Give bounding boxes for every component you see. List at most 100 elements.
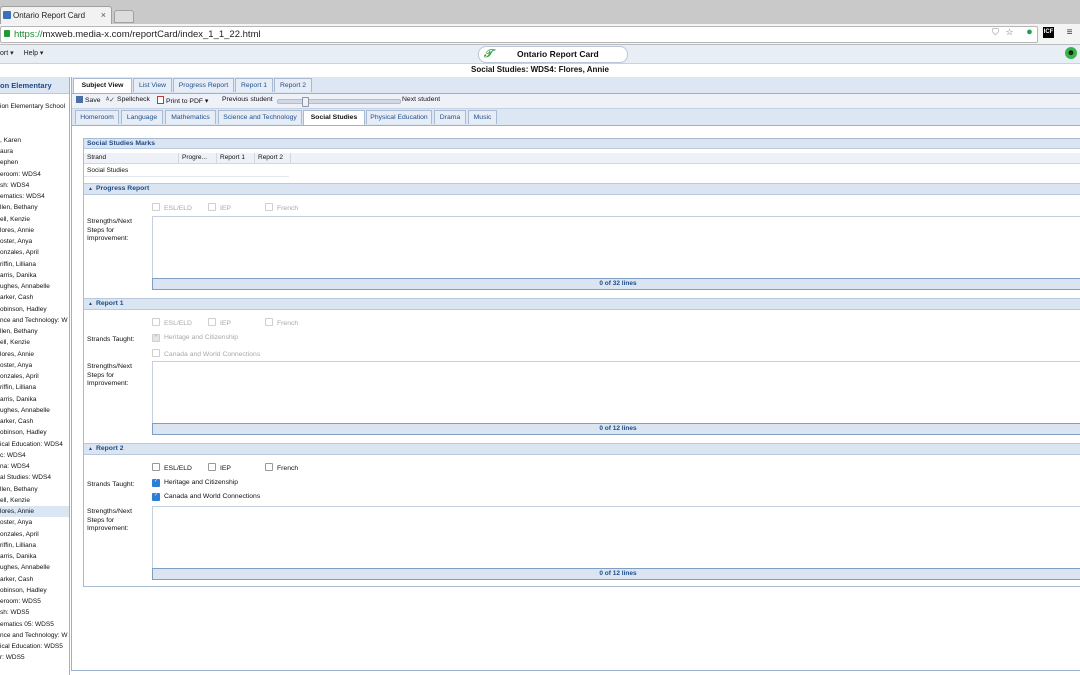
sidebar-item[interactable]: ical Education: WDS4	[0, 439, 69, 450]
sidebar-item[interactable]: sh: WDS5	[0, 607, 69, 618]
report2-heritage-checkbox[interactable]: Heritage and Citizenship	[152, 479, 238, 487]
sidebar-item[interactable]: nce and Technology: W	[0, 315, 69, 326]
spellcheck-button[interactable]: ᴬ✓ Spellcheck	[106, 96, 150, 104]
sidebar-item[interactable]: arker, Cash	[0, 574, 69, 585]
sidebar-item[interactable]: riffin, Lilliana	[0, 540, 69, 551]
sidebar-item[interactable]: al Studies: WDS4	[0, 472, 69, 483]
bookmark-star-icon[interactable]: ☆	[1004, 27, 1015, 38]
slider-handle[interactable]	[302, 97, 309, 107]
report2-strengths-textarea[interactable]	[152, 506, 1080, 569]
shield-icon[interactable]: ⛉	[990, 27, 1001, 38]
report1-esl-checkbox[interactable]: ESL/ELD	[152, 318, 192, 327]
report1-french-checkbox[interactable]: French	[265, 318, 298, 327]
print-pdf-button[interactable]: Print to PDF ▾	[157, 96, 208, 105]
sidebar-item[interactable]: ion Elementary School	[0, 101, 69, 112]
tab-list-view[interactable]: List View	[133, 78, 172, 92]
sidebar-item[interactable]: r: WDS5	[0, 652, 69, 663]
sidebar-item[interactable]: ical Education: WDS5	[0, 641, 69, 652]
tab-report-1[interactable]: Report 1	[235, 78, 273, 92]
sidebar-item[interactable]: oster, Anya	[0, 236, 69, 247]
sidebar-item[interactable]: , Karen	[0, 135, 69, 146]
sidebar-item[interactable]: arris, Danika	[0, 394, 69, 405]
sidebar-item[interactable]: llen, Bethany	[0, 326, 69, 337]
sidebar-item[interactable]: ematics: WDS4	[0, 191, 69, 202]
menu-report[interactable]: ort ▾	[0, 50, 14, 57]
tab-progress-report[interactable]: Progress Report	[173, 78, 234, 92]
sidebar-item[interactable]: eroom: WDS5	[0, 596, 69, 607]
report1-heritage-checkbox[interactable]: Heritage and Citizenship	[152, 334, 238, 342]
next-student-label[interactable]: Next student	[402, 96, 440, 103]
student-slider[interactable]	[277, 97, 401, 107]
sidebar-item[interactable]: lores, Annie	[0, 506, 69, 517]
sidebar-item[interactable]: arker, Cash	[0, 416, 69, 427]
tab-subject-view[interactable]: Subject View	[73, 78, 132, 93]
tab-music[interactable]: Music	[468, 110, 497, 124]
sidebar-item[interactable]: aura	[0, 146, 69, 157]
sidebar-item[interactable]: oster, Anya	[0, 360, 69, 371]
report-2-header[interactable]: ▲ Report 2	[84, 443, 1080, 455]
sidebar-item[interactable]: obinson, Hadley	[0, 585, 69, 596]
sidebar-item[interactable]	[0, 112, 69, 123]
save-button[interactable]: Save	[76, 96, 101, 104]
sidebar-item[interactable]: ell, Kenzie	[0, 337, 69, 348]
report2-esl-checkbox[interactable]: ESL/ELD	[152, 463, 192, 472]
leaf-extension-icon[interactable]: ●	[1024, 27, 1035, 38]
sidebar-item[interactable]: ell, Kenzie	[0, 495, 69, 506]
progress-report-header[interactable]: ▲ Progress Report	[84, 183, 1080, 195]
sidebar-item[interactable]: llen, Bethany	[0, 484, 69, 495]
sidebar-item[interactable]: ughes, Annabelle	[0, 281, 69, 292]
tab-social-studies[interactable]: Social Studies	[303, 110, 365, 125]
progress-esl-checkbox[interactable]: ESL/ELD	[152, 203, 192, 212]
report2-canada-checkbox[interactable]: Canada and World Connections	[152, 493, 260, 501]
sidebar-item[interactable]: riffin, Lilliana	[0, 382, 69, 393]
report1-canada-checkbox[interactable]: Canada and World Connections	[152, 349, 260, 358]
sidebar-item[interactable]: ughes, Annabelle	[0, 562, 69, 573]
sidebar-item[interactable]: riffin, Lilliana	[0, 259, 69, 270]
sidebar-item[interactable]: onzales, April	[0, 529, 69, 540]
sidebar-item[interactable]: obinson, Hadley	[0, 304, 69, 315]
sidebar-item[interactable]: eroom: WDS4	[0, 169, 69, 180]
tab-science-technology[interactable]: Science and Technology	[218, 110, 302, 124]
report-1-header[interactable]: ▲ Report 1	[84, 298, 1080, 310]
tab-homeroom[interactable]: Homeroom	[75, 110, 119, 124]
smiley-icon[interactable]: ☻	[1065, 47, 1077, 59]
col-progress[interactable]: Progre...	[179, 153, 217, 163]
col-report-1[interactable]: Report 1	[217, 153, 255, 163]
sidebar-item[interactable]: ell, Kenzie	[0, 214, 69, 225]
report1-iep-checkbox[interactable]: IEP	[208, 318, 231, 327]
sidebar-item[interactable]: oster, Anya	[0, 517, 69, 528]
sidebar-item[interactable]: c: WDS4	[0, 450, 69, 461]
sidebar-item[interactable]: ematics 05: WDS5	[0, 619, 69, 630]
sidebar-item[interactable]: obinson, Hadley	[0, 427, 69, 438]
sidebar-item[interactable]	[0, 124, 69, 135]
tab-drama[interactable]: Drama	[434, 110, 466, 124]
report1-strengths-textarea[interactable]	[152, 361, 1080, 424]
sidebar-item[interactable]: nce and Technology: W	[0, 630, 69, 641]
previous-student-label[interactable]: Previous student	[222, 96, 273, 103]
icf-extension-icon[interactable]: ICF	[1043, 27, 1054, 38]
report2-iep-checkbox[interactable]: IEP	[208, 463, 231, 472]
sidebar-item[interactable]: arris, Danika	[0, 551, 69, 562]
sidebar-item[interactable]: arris, Danika	[0, 270, 69, 281]
col-strand[interactable]: Strand	[84, 153, 179, 163]
sidebar-item[interactable]: arker, Cash	[0, 292, 69, 303]
new-tab-button[interactable]	[114, 10, 134, 23]
report2-french-checkbox[interactable]: French	[265, 463, 298, 472]
progress-french-checkbox[interactable]: French	[265, 203, 298, 212]
tab-report-2[interactable]: Report 2	[274, 78, 312, 92]
browser-tab[interactable]: Ontario Report Card ×	[0, 6, 112, 25]
marks-row[interactable]: Social Studies	[84, 164, 289, 177]
sidebar-item[interactable]: llen, Bethany	[0, 202, 69, 213]
sidebar-item[interactable]: onzales, April	[0, 371, 69, 382]
sidebar-item[interactable]: ephen	[0, 157, 69, 168]
progress-iep-checkbox[interactable]: IEP	[208, 203, 231, 212]
tab-mathematics[interactable]: Mathematics	[165, 110, 216, 124]
sidebar-item[interactable]: lores, Annie	[0, 349, 69, 360]
progress-strengths-textarea[interactable]	[152, 216, 1080, 279]
tab-language[interactable]: Language	[121, 110, 163, 124]
sidebar-item[interactable]: na: WDS4	[0, 461, 69, 472]
sidebar-item[interactable]: lores, Annie	[0, 225, 69, 236]
sidebar-item[interactable]: ughes, Annabelle	[0, 405, 69, 416]
sidebar-item[interactable]: sh: WDS4	[0, 180, 69, 191]
close-tab-icon[interactable]: ×	[101, 10, 106, 20]
